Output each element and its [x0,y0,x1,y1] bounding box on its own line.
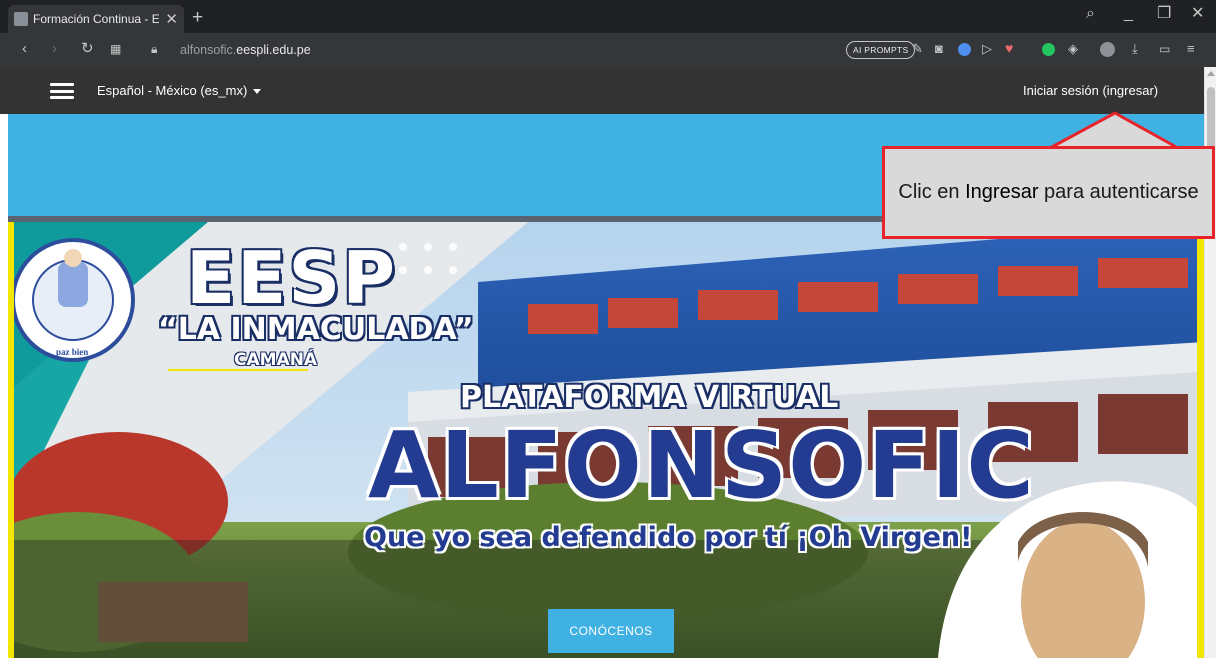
school-subtitle: “LA INMACULADA” [158,312,474,347]
url-domain: eespli.edu.pe [236,43,311,57]
url-prefix: alfonsofic. [180,43,237,57]
shield-extension-icon[interactable] [958,43,971,56]
reload-icon[interactable]: ↻ [81,41,94,56]
check-extension-icon[interactable] [1042,43,1055,56]
settings-sliders-icon[interactable]: ≡ [1187,42,1195,55]
tab-favicon-icon [14,12,28,26]
browser-tab[interactable]: Formación Continua - EESP ✕ [8,5,184,33]
back-icon[interactable]: ‹ [22,41,27,56]
hero-banner: paz bien EESP “LA INMACULADA” CAMANÁ PLA… [8,222,1204,658]
download-icon[interactable]: ⤓ [1132,42,1138,55]
tab-close-icon[interactable]: ✕ [165,12,178,27]
language-selector[interactable]: Español - México (es_mx) [97,83,262,98]
apps-grid-icon[interactable]: ▦ [110,43,121,55]
tab-title: Formación Continua - EESP [33,12,160,26]
browser-toolbar: ‹ › ↻ ▦ 🔒︎ alfonsofic.eespli.edu.pe AI P… [0,33,1216,67]
callout-text-after: para autenticarse [1038,181,1199,203]
profile-avatar[interactable] [1100,42,1115,57]
school-city: CAMANÁ [234,350,318,370]
scroll-up-arrow-icon[interactable] [1207,71,1215,76]
hero-left-border [8,222,14,658]
school-name: EESP [186,236,397,320]
forward-icon[interactable]: › [52,41,57,56]
platform-label: PLATAFORMA VIRTUAL [460,380,839,415]
seal-label: paz bien [56,347,89,357]
site-navbar: Español - México (es_mx) Iniciar sesión … [0,67,1204,114]
callout-emphasis: Ingresar [965,181,1039,203]
tab-search-icon[interactable]: ⌕ [1086,6,1095,22]
menu-hamburger-icon[interactable] [50,83,74,99]
battery-icon[interactable]: ▭ [1159,43,1170,55]
close-window-button[interactable]: ✕ [1191,6,1204,22]
heart-icon[interactable]: ♥ [1005,41,1013,55]
tutorial-callout: Clic en Ingresar para autenticarse [882,146,1215,239]
ai-prompts-button[interactable]: AI PROMPTS [846,41,916,59]
platform-name: ALFONSOFIC [368,412,1035,519]
address-bar[interactable]: alfonsofic.eespli.edu.pe [180,43,311,57]
minimize-button[interactable]: _ [1124,6,1133,22]
send-icon[interactable]: ▷ [982,42,992,55]
caret-down-icon [253,89,262,95]
login-link[interactable]: Iniciar sesión (ingresar) [1023,83,1158,98]
callout-text-before: Clic en [898,181,966,203]
cube-extension-icon[interactable]: ◈ [1068,42,1078,55]
hero-right-border [1197,222,1204,658]
language-label: Español - México (es_mx) [97,83,248,98]
conocenos-button[interactable]: CONÓCENOS [548,609,674,653]
camera-icon[interactable]: ◙ [935,42,943,55]
new-tab-button[interactable]: + [192,8,203,27]
edit-icon[interactable]: ✎ [912,42,923,55]
browser-tab-strip: Formación Continua - EESP ✕ + ⌕ _ ❐ ✕ [0,0,1216,33]
lock-icon[interactable]: 🔒︎ [151,43,157,55]
restore-button[interactable]: ❐ [1157,6,1171,22]
motto: Que yo sea defendido por tí ¡Oh Virgen! [364,522,973,553]
